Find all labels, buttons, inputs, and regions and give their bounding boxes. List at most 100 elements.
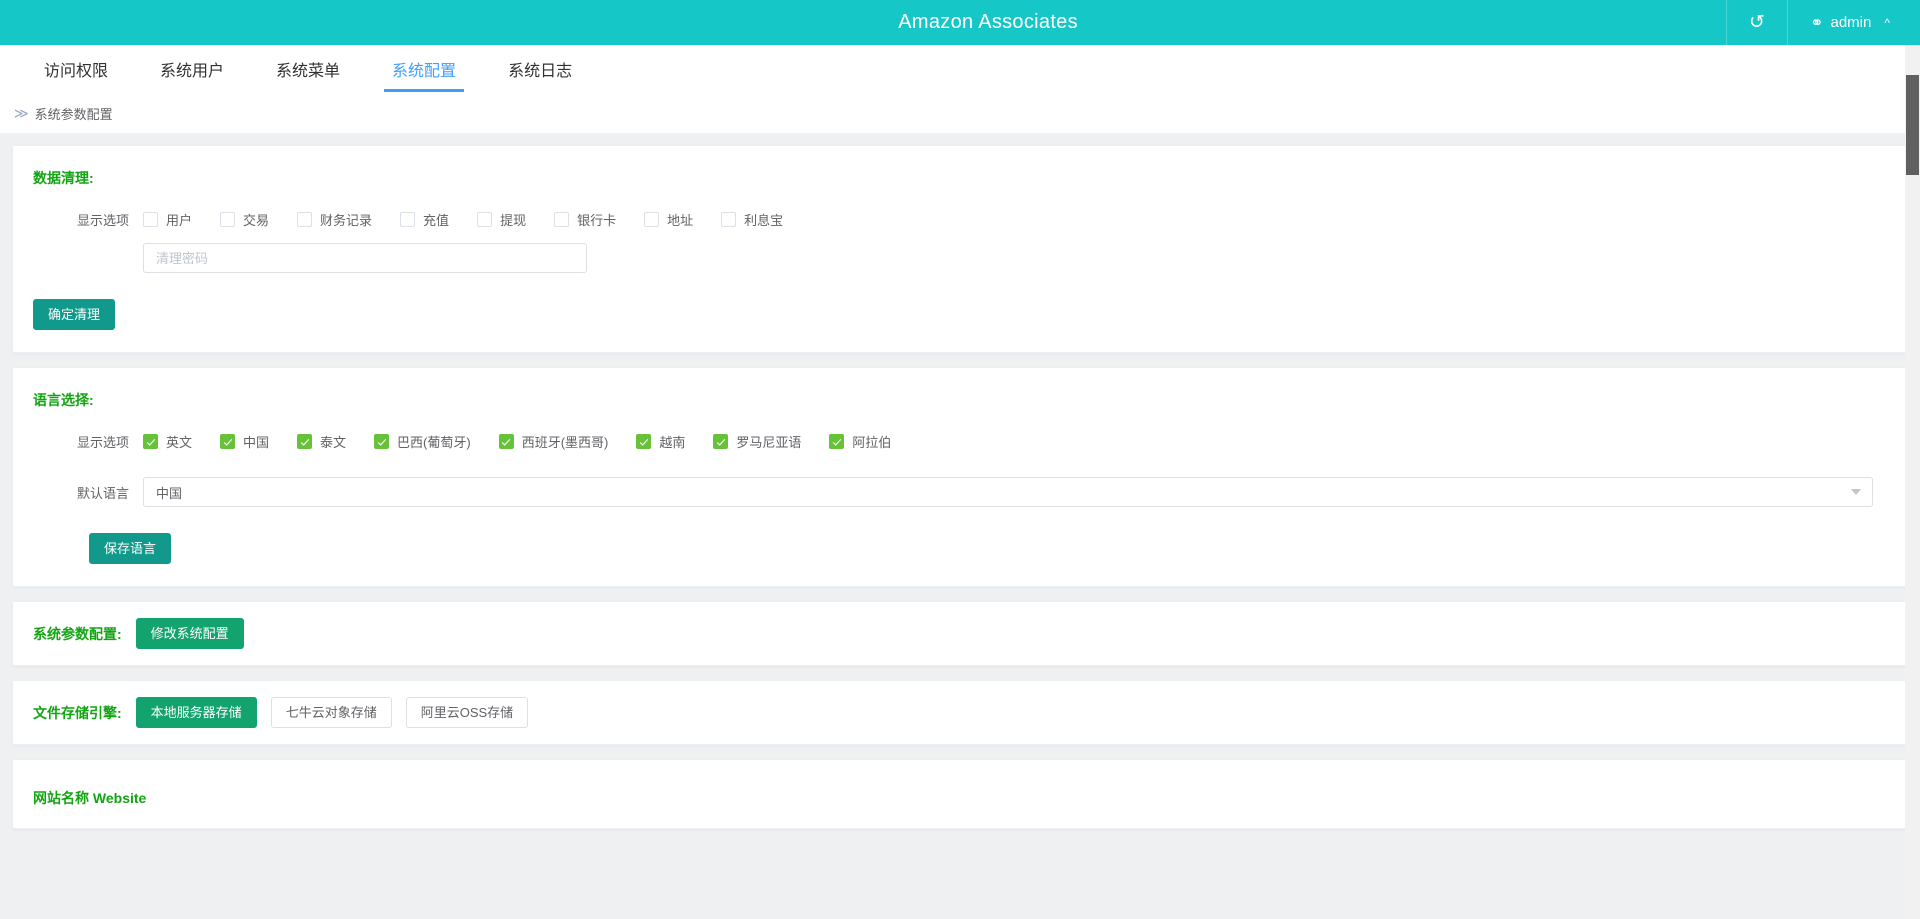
checkbox-label: 阿拉伯 — [852, 435, 892, 450]
checkbox-box-icon — [644, 212, 660, 227]
checkbox-label: 罗马尼亚语 — [736, 435, 802, 450]
checkbox-withdraw[interactable]: 提现 — [477, 210, 526, 229]
checkbox-box-icon — [297, 434, 313, 449]
checkbox-user[interactable]: 用户 — [143, 210, 192, 229]
checkbox-lang-chinese[interactable]: 中国 — [220, 432, 269, 451]
checkbox-box-icon — [477, 212, 493, 227]
breadcrumb-separator-icon: ≫ — [14, 104, 29, 121]
checkbox-label: 西班牙(墨西哥) — [521, 435, 609, 450]
data-clean-password-row — [33, 243, 1887, 273]
checkbox-label: 用户 — [166, 213, 193, 228]
checkbox-box-icon — [374, 434, 390, 449]
checkbox-label: 充值 — [423, 213, 450, 228]
refresh-icon: ↻ — [1749, 12, 1766, 33]
storage-engine-local-button[interactable]: 本地服务器存储 — [135, 697, 257, 728]
checkbox-lang-thai[interactable]: 泰文 — [297, 432, 346, 451]
app-title: Amazon Associates — [898, 11, 1078, 33]
chevron-up-icon: ^ — [1884, 15, 1890, 30]
tab-system-log[interactable]: 系统日志 — [482, 45, 598, 92]
checkbox-transaction[interactable]: 交易 — [220, 210, 269, 229]
save-language-button[interactable]: 保存语言 — [89, 533, 172, 564]
checkbox-recharge[interactable]: 充值 — [400, 210, 449, 229]
tab-system-config[interactable]: 系统配置 — [366, 45, 482, 92]
language-options-row: 显示选项 英文 中国 泰文 巴西(葡萄牙) 西班牙(墨西哥) 越南 罗马尼亚语 … — [33, 432, 1887, 451]
user-menu-button[interactable]: ⚭ admin ^ — [1787, 0, 1920, 45]
checkbox-label: 交易 — [243, 213, 270, 228]
data-clean-actions: 确定清理 — [33, 299, 1887, 330]
checkbox-bank-card[interactable]: 银行卡 — [554, 210, 616, 229]
clean-password-input[interactable] — [143, 243, 587, 273]
checkbox-label: 银行卡 — [577, 213, 617, 228]
file-storage-card: 文件存储引擎: 本地服务器存储 七牛云对象存储 阿里云OSS存储 — [12, 680, 1908, 745]
checkbox-box-icon — [498, 434, 514, 449]
breadcrumb: ≫ 系统参数配置 — [0, 93, 1920, 133]
modify-system-config-button[interactable]: 修改系统配置 — [135, 618, 244, 649]
checkbox-box-icon — [554, 212, 570, 227]
default-language-row: 默认语言 中国 — [33, 477, 1887, 507]
data-clean-options-label: 显示选项 — [76, 213, 129, 228]
tab-access-permission[interactable]: 访问权限 — [18, 45, 134, 92]
checkbox-label: 提现 — [500, 213, 527, 228]
tab-system-menu[interactable]: 系统菜单 — [250, 45, 366, 92]
language-actions: 保存语言 — [89, 533, 1887, 564]
checkbox-box-icon — [829, 434, 845, 449]
checkbox-box-icon — [297, 212, 313, 227]
checkbox-label: 地址 — [667, 213, 694, 228]
vertical-scrollbar-thumb[interactable] — [1906, 75, 1919, 175]
data-clean-options-row: 显示选项 用户 交易 财务记录 充值 提现 银行卡 地址 利息宝 — [33, 210, 1887, 229]
language-checkbox-group: 英文 中国 泰文 巴西(葡萄牙) 西班牙(墨西哥) 越南 罗马尼亚语 阿拉伯 — [143, 432, 919, 451]
top-header-bar: Amazon Associates ↻ ⚭ admin ^ — [0, 0, 1920, 45]
storage-engine-aliyun-oss-button[interactable]: 阿里云OSS存储 — [405, 697, 529, 728]
checkbox-box-icon — [143, 434, 158, 449]
data-clean-card: 数据清理: 显示选项 用户 交易 财务记录 充值 提现 银行卡 地址 利息宝 清… — [12, 145, 1908, 353]
checkbox-label: 泰文 — [320, 435, 347, 450]
website-settings-card: 网站名称 Website — [12, 759, 1908, 829]
default-language-label: 默认语言 — [76, 485, 129, 501]
file-storage-row: 文件存储引擎: 本地服务器存储 七牛云对象存储 阿里云OSS存储 — [33, 697, 1887, 728]
checkbox-lang-spanish-mexico[interactable]: 西班牙(墨西哥) — [498, 432, 609, 451]
checkbox-lang-romanian[interactable]: 罗马尼亚语 — [713, 432, 801, 451]
main-tab-bar: 访问权限 系统用户 系统菜单 系统配置 系统日志 — [0, 45, 1920, 93]
checkbox-box-icon — [220, 212, 236, 227]
language-card: 语言选择: 显示选项 英文 中国 泰文 巴西(葡萄牙) 西班牙(墨西哥) 越南 … — [12, 367, 1908, 587]
checkbox-box-icon — [713, 434, 729, 449]
checkbox-label: 越南 — [659, 435, 686, 450]
system-params-row: 系统参数配置: 修改系统配置 — [33, 618, 1887, 649]
header-actions: ↻ ⚭ admin ^ — [1726, 0, 1920, 45]
checkbox-lang-vietnam[interactable]: 越南 — [636, 432, 685, 451]
checkbox-lang-arabic[interactable]: 阿拉伯 — [829, 432, 891, 451]
checkbox-box-icon — [143, 212, 158, 227]
checkbox-address[interactable]: 地址 — [644, 210, 693, 229]
website-name-label: 网站名称 Website — [33, 790, 147, 806]
data-clean-checkbox-group: 用户 交易 财务记录 充值 提现 银行卡 地址 利息宝 — [143, 210, 811, 229]
system-params-label: 系统参数配置: — [33, 625, 122, 642]
checkbox-box-icon — [400, 212, 416, 227]
checkbox-box-icon — [636, 434, 652, 449]
checkbox-box-icon — [721, 212, 737, 227]
checkbox-lang-english[interactable]: 英文 — [143, 432, 192, 451]
storage-engine-qiniu-button[interactable]: 七牛云对象存储 — [270, 697, 392, 728]
checkbox-yuebao[interactable]: 利息宝 — [721, 210, 783, 229]
checkbox-lang-brazil-portuguese[interactable]: 巴西(葡萄牙) — [374, 432, 471, 451]
checkbox-label: 利息宝 — [744, 213, 784, 228]
refresh-button[interactable]: ↻ — [1726, 0, 1787, 45]
user-icon: ⚭ — [1810, 14, 1824, 32]
vertical-scrollbar-track[interactable] — [1905, 45, 1920, 919]
system-params-card: 系统参数配置: 修改系统配置 — [12, 601, 1908, 666]
checkbox-label: 财务记录 — [320, 213, 373, 228]
file-storage-label: 文件存储引擎: — [33, 704, 122, 721]
checkbox-label: 中国 — [243, 435, 270, 450]
default-language-select[interactable]: 中国 — [143, 477, 1873, 507]
checkbox-finance-record[interactable]: 财务记录 — [297, 210, 372, 229]
default-language-select-wrap: 中国 — [143, 477, 1873, 507]
user-name-label: admin — [1830, 14, 1872, 31]
confirm-clean-button[interactable]: 确定清理 — [33, 299, 116, 330]
data-clean-title: 数据清理: — [33, 170, 94, 186]
checkbox-label: 英文 — [166, 435, 193, 450]
tab-system-users[interactable]: 系统用户 — [134, 45, 250, 92]
language-options-label: 显示选项 — [76, 435, 129, 450]
breadcrumb-current: 系统参数配置 — [34, 106, 113, 122]
checkbox-label: 巴西(葡萄牙) — [397, 435, 471, 450]
language-title: 语言选择: — [33, 392, 94, 408]
checkbox-box-icon — [220, 434, 236, 449]
